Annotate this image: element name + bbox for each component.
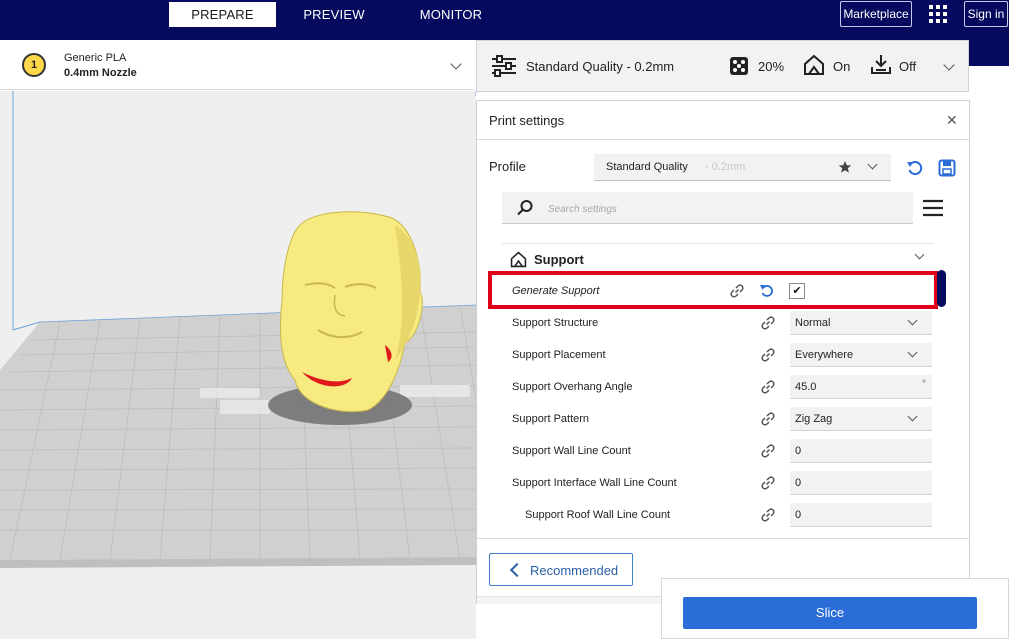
field-value: 0 <box>795 445 802 457</box>
link-icon <box>761 412 775 426</box>
hamburger-menu-icon[interactable] <box>922 198 944 218</box>
3d-viewport[interactable] <box>0 91 476 639</box>
profile-dropdown[interactable]: Standard Quality - 0.2mm <box>594 154 891 181</box>
setting-label: Support Pattern <box>512 413 590 425</box>
infill-icon <box>730 57 748 75</box>
slice-button[interactable]: Slice <box>683 597 977 629</box>
support-structure-select[interactable]: Normal <box>790 311 932 335</box>
infill-value: 20% <box>758 59 785 74</box>
chevron-down-icon <box>907 315 918 326</box>
chevron-down-icon <box>907 411 918 422</box>
support-value: On <box>833 59 851 74</box>
highlight-annotation <box>488 271 938 309</box>
chevron-left-icon <box>509 562 525 578</box>
tab-prepare[interactable]: PREPARE <box>169 2 276 27</box>
search-placeholder: Search settings <box>548 204 617 215</box>
link-icon <box>761 316 775 330</box>
link-icon <box>761 508 775 522</box>
unit-label: ° <box>922 379 926 390</box>
chevron-down-icon <box>450 58 462 70</box>
star-icon[interactable] <box>838 160 852 174</box>
nozzle-size: 0.4mm Nozzle <box>64 67 137 79</box>
support-icon <box>804 54 824 75</box>
build-plate-scene <box>0 91 476 568</box>
field-value: Normal <box>795 317 831 329</box>
recommended-label: Recommended <box>530 563 619 578</box>
sign-in-button[interactable]: Sign in <box>964 1 1008 27</box>
profile-label: Profile <box>489 159 526 174</box>
section-header-support[interactable]: Support <box>502 243 934 273</box>
recommended-button[interactable]: Recommended <box>489 553 633 586</box>
link-icon <box>761 380 775 394</box>
support-pattern-select[interactable]: Zig Zag <box>790 407 932 431</box>
wall-line-count-input[interactable]: 0 <box>790 439 932 463</box>
setting-label: Support Structure <box>512 317 599 329</box>
field-value: 45.0 <box>795 381 817 393</box>
setting-label: Support Overhang Angle <box>512 381 633 393</box>
scrollbar-thumb[interactable] <box>937 270 946 307</box>
divider <box>477 139 969 140</box>
setting-label: Support Roof Wall Line Count <box>525 509 671 521</box>
link-icon <box>761 348 775 362</box>
save-icon[interactable] <box>938 159 956 177</box>
chevron-down-icon <box>867 159 878 170</box>
divider <box>477 538 969 539</box>
profile-name: Standard Quality <box>606 161 688 173</box>
setting-label: Support Placement <box>512 349 606 361</box>
search-icon <box>517 200 533 216</box>
print-setup-bar[interactable]: Standard Quality - 0.2mm 20% On Off <box>476 40 969 92</box>
quality-profile-label: Standard Quality - 0.2mm <box>526 59 675 74</box>
chevron-down-icon <box>914 249 925 260</box>
search-input[interactable]: Search settings <box>502 192 913 224</box>
chevron-down-icon <box>943 59 955 71</box>
setting-label: Support Wall Line Count <box>512 445 631 457</box>
profile-layer-height: - 0.2mm <box>705 161 746 173</box>
field-value: 0 <box>795 477 802 489</box>
extruder-badge: 1 <box>22 53 46 77</box>
support-icon <box>510 251 527 268</box>
grid-icon[interactable] <box>928 4 948 24</box>
field-value: Everywhere <box>795 349 854 361</box>
adhesion-value: Off <box>899 59 917 74</box>
panel-title: Print settings <box>489 113 565 128</box>
support-placement-select[interactable]: Everywhere <box>790 343 932 367</box>
link-icon <box>761 476 775 490</box>
interface-wall-line-count-input[interactable]: 0 <box>790 471 932 495</box>
reset-icon[interactable] <box>906 159 924 177</box>
right-background <box>970 66 1009 578</box>
right-edge-strip <box>969 40 1009 66</box>
printer-selector[interactable]: 1 Generic PLA 0.4mm Nozzle <box>0 40 474 90</box>
field-value: Zig Zag <box>795 413 833 425</box>
close-icon[interactable]: ✕ <box>946 112 958 129</box>
top-bar: PREPARE PREVIEW MONITOR Marketplace Sign… <box>0 0 1009 40</box>
section-title: Support <box>534 252 584 267</box>
marketplace-button[interactable]: Marketplace <box>840 1 912 27</box>
overhang-angle-input[interactable]: 45.0 ° <box>790 375 932 399</box>
roof-wall-line-count-input[interactable]: 0 <box>790 503 932 527</box>
tab-preview[interactable]: PREVIEW <box>282 2 386 27</box>
link-icon <box>761 444 775 458</box>
print-settings-panel: Print settings ✕ Profile Standard Qualit… <box>476 100 970 604</box>
chevron-down-icon <box>907 347 918 358</box>
field-value: 0 <box>795 509 802 521</box>
sliders-icon <box>492 55 516 77</box>
material-name: Generic PLA <box>64 52 127 64</box>
setting-label: Support Interface Wall Line Count <box>512 477 677 489</box>
adhesion-icon <box>871 55 891 74</box>
tab-monitor[interactable]: MONITOR <box>396 2 506 27</box>
